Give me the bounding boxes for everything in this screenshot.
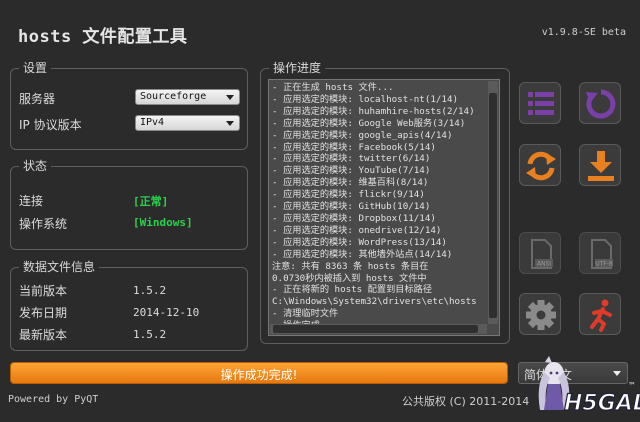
log-line: - 应用选定的模块: GitHub(10/14) bbox=[272, 201, 431, 213]
apply-hosts-button[interactable] bbox=[579, 144, 621, 186]
current-version-label: 当前版本 bbox=[19, 284, 68, 298]
sync-icon bbox=[526, 151, 556, 181]
reset-button[interactable] bbox=[579, 82, 621, 124]
progress-log[interactable]: - 正在生成 hosts 文件... - 应用选定的模块: localhost-n… bbox=[268, 79, 500, 336]
watermark-text: H5GAL bbox=[564, 391, 640, 416]
log-line: - 应用选定的模块: Facebook(5/14) bbox=[272, 141, 436, 153]
connection-status: [正常] bbox=[133, 195, 169, 208]
horizontal-scrollbar[interactable] bbox=[270, 324, 487, 334]
log-line: - 应用选定的模块: flickr(9/14) bbox=[272, 189, 425, 201]
vertical-scroll-thumb[interactable] bbox=[489, 93, 497, 318]
log-line: - 应用选定的模块: twitter(6/14) bbox=[272, 153, 431, 165]
server-select-value: Sourceforge bbox=[140, 91, 207, 102]
log-line: - 应用选定的模块: google_apis(4/14) bbox=[272, 129, 453, 141]
run-icon bbox=[590, 299, 612, 332]
current-version-value: 1.5.2 bbox=[133, 284, 167, 297]
settings-group: 设置 服务器 Sourceforge IP 协议版本 IPv4 bbox=[10, 61, 248, 150]
server-select[interactable]: Sourceforge bbox=[135, 89, 240, 105]
chevron-down-icon bbox=[226, 95, 234, 100]
log-line: 0.0730秒内被插入到 hosts 文件中 bbox=[272, 272, 427, 284]
log-lines: - 正在生成 hosts 文件... - 应用选定的模块: localhost-n… bbox=[272, 82, 487, 332]
log-line: - 应用选定的模块: onedrive(12/14) bbox=[272, 224, 442, 236]
datafile-group: 数据文件信息 当前版本 1.5.2 发布日期 2014-12-10 最新版本 1… bbox=[10, 260, 248, 351]
gear-icon bbox=[526, 300, 556, 330]
trademark-mark: ™ bbox=[628, 381, 636, 390]
log-line: - 正在将新的 hosts 配置到目标路径 bbox=[272, 284, 433, 296]
connection-label: 连接 bbox=[19, 194, 44, 208]
log-line: - 应用选定的模块: 其他墙外站点(14/14) bbox=[272, 248, 453, 260]
log-line: - 应用选定的模块: 维基百科(8/14) bbox=[272, 177, 429, 189]
log-line: C:\Windows\System32\drivers\etc\hosts bbox=[272, 296, 477, 308]
horizontal-scroll-thumb[interactable] bbox=[273, 325, 478, 333]
version-label: v1.9.8-SE beta bbox=[541, 27, 626, 38]
os-status: [Windows] bbox=[133, 216, 193, 229]
settings-group-title: 设置 bbox=[19, 61, 52, 75]
export-utf8-button[interactable]: UTF-8 bbox=[579, 232, 621, 274]
ip-version-select-value: IPv4 bbox=[140, 117, 165, 128]
chevron-down-icon bbox=[226, 121, 234, 126]
log-line: - 应用选定的模块: YouTube(7/14) bbox=[272, 165, 431, 177]
log-line: - 正在生成 hosts 文件... bbox=[272, 82, 394, 93]
log-line: - 应用选定的模块: WordPress(13/14) bbox=[272, 236, 447, 248]
copyright-label: 公共版权 (C) 2011-2014 bbox=[402, 395, 530, 408]
utf8-file-icon: UTF-8 bbox=[591, 239, 613, 269]
os-label: 操作系统 bbox=[19, 217, 68, 231]
progress-text: 操作成功完成! bbox=[220, 368, 298, 382]
log-line: - 应用选定的模块: huhamhire-hosts(2/14) bbox=[272, 105, 475, 117]
powered-by-label: Powered by PyQT bbox=[8, 394, 99, 405]
settings-button[interactable] bbox=[519, 293, 561, 335]
release-date-value: 2014-12-10 bbox=[133, 306, 200, 319]
utf8-label: UTF-8 bbox=[595, 261, 613, 268]
log-line: 注意: 共有 8363 条 hosts 条目在 bbox=[272, 260, 429, 272]
update-data-button[interactable] bbox=[519, 144, 561, 186]
app-title: hosts 文件配置工具 bbox=[18, 27, 188, 47]
datafile-group-title: 数据文件信息 bbox=[19, 260, 100, 274]
exit-button[interactable] bbox=[579, 293, 621, 335]
select-modules-button[interactable] bbox=[519, 82, 561, 124]
log-line: - 应用选定的模块: localhost-nt(1/14) bbox=[272, 93, 459, 105]
latest-version-value: 1.5.2 bbox=[133, 328, 167, 341]
log-line: - 应用选定的模块: Dropbox(11/14) bbox=[272, 212, 436, 224]
log-line: - 清理临时文件 bbox=[272, 308, 339, 320]
server-label: 服务器 bbox=[19, 92, 56, 106]
list-icon bbox=[528, 92, 554, 115]
watermark-logo: H5GAL ™ bbox=[538, 356, 640, 417]
ansi-file-icon: ANSI bbox=[531, 239, 553, 269]
status-group-title: 状态 bbox=[19, 159, 52, 173]
refresh-icon bbox=[586, 89, 616, 119]
export-ansi-button[interactable]: ANSI bbox=[519, 232, 561, 274]
download-icon bbox=[588, 151, 614, 181]
status-group: 状态 连接 [正常] 操作系统 [Windows] bbox=[10, 159, 248, 250]
latest-version-label: 最新版本 bbox=[19, 328, 68, 342]
progress-group-title: 操作进度 bbox=[269, 61, 326, 75]
log-line: - 应用选定的模块: Google Web服务(3/14) bbox=[272, 117, 466, 129]
vertical-scrollbar[interactable] bbox=[488, 81, 498, 324]
operation-progress-bar: 操作成功完成! bbox=[10, 362, 508, 384]
ip-version-label: IP 协议版本 bbox=[19, 118, 82, 132]
release-date-label: 发布日期 bbox=[19, 306, 68, 320]
ip-version-select[interactable]: IPv4 bbox=[135, 115, 240, 131]
ansi-label: ANSI bbox=[537, 261, 551, 268]
